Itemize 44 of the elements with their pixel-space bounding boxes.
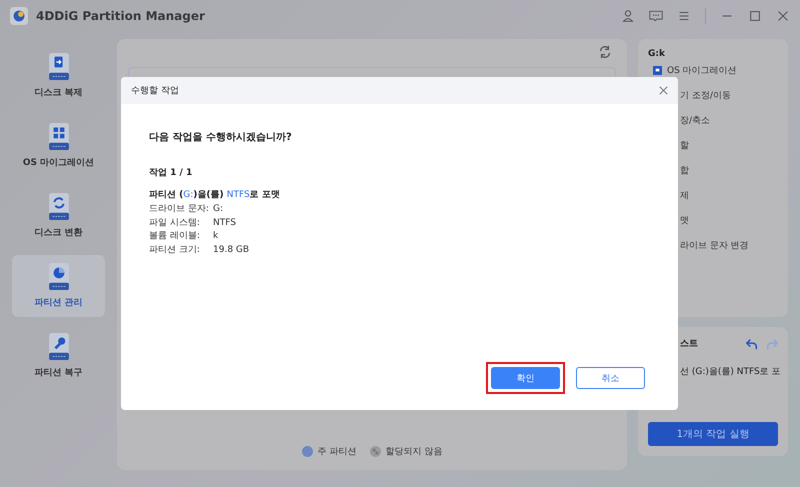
- close-icon[interactable]: [659, 86, 668, 95]
- run-tasks-button[interactable]: 1개의 작업 실행: [648, 422, 778, 446]
- task-list-title: 스트: [680, 338, 699, 350]
- copy-drive-icon: [48, 53, 70, 80]
- dialog-question: 다음 작업을 수행하시겠습니까?: [149, 131, 293, 144]
- sidebar-item[interactable]: 디스크 복제: [12, 45, 105, 107]
- confirm-button[interactable]: 확인: [491, 367, 560, 389]
- operation-text: 파티션 (G:)을(를) NTFS로 포맷: [149, 189, 281, 201]
- maximize-icon[interactable]: [748, 9, 762, 23]
- action-item[interactable]: OS 마이그레이션: [648, 62, 778, 78]
- app-logo-icon: [10, 7, 28, 25]
- sidebar-item[interactable]: 파티션 관리: [12, 255, 105, 317]
- checker-icon: [370, 446, 380, 457]
- cancel-button[interactable]: 취소: [576, 367, 645, 389]
- sidebar-item[interactable]: 파티션 복구: [12, 325, 105, 387]
- detail-value: G:: [213, 203, 224, 216]
- feedback-icon[interactable]: [649, 9, 663, 23]
- detail-label: 드라이브 문자:: [149, 203, 210, 216]
- detail-label: 파티션 크기:: [149, 244, 201, 256]
- detail-label: 파일 시스템:: [149, 216, 201, 230]
- sidebar-item[interactable]: 디스크 변환: [12, 185, 105, 247]
- migrate-icon: [653, 66, 662, 74]
- legend-label: 할당되지 않음: [386, 446, 442, 458]
- user-icon[interactable]: [621, 9, 635, 23]
- detail-value: NTFS: [213, 216, 236, 230]
- detail-value: k: [213, 230, 218, 243]
- close-icon[interactable]: [776, 9, 790, 23]
- sync-drive-icon: [48, 193, 70, 220]
- windows-drive-icon: [48, 123, 70, 150]
- detail-value: 19.8 GB: [213, 244, 250, 256]
- task-item: 선 (G:)을(를) NTFS로 포: [679, 366, 778, 378]
- wrench-drive-icon: [48, 333, 70, 360]
- partition-name: G:k: [648, 49, 666, 59]
- menu-icon[interactable]: [677, 9, 691, 23]
- undo-icon[interactable]: [746, 338, 758, 350]
- refresh-icon[interactable]: [598, 45, 612, 59]
- detail-label: 볼륨 레이블:: [149, 230, 201, 243]
- pie-drive-icon: [48, 263, 70, 290]
- sidebar-item[interactable]: OS 마이그레이션: [12, 115, 105, 177]
- primary-partition-dot-icon: [302, 446, 313, 457]
- window-title: 4DDiG Partition Manager: [36, 9, 205, 23]
- legend-label: 주 파티션: [318, 446, 356, 458]
- task-counter: 작업 1 / 1: [149, 167, 194, 179]
- dialog-title: 수행할 작업: [131, 85, 180, 97]
